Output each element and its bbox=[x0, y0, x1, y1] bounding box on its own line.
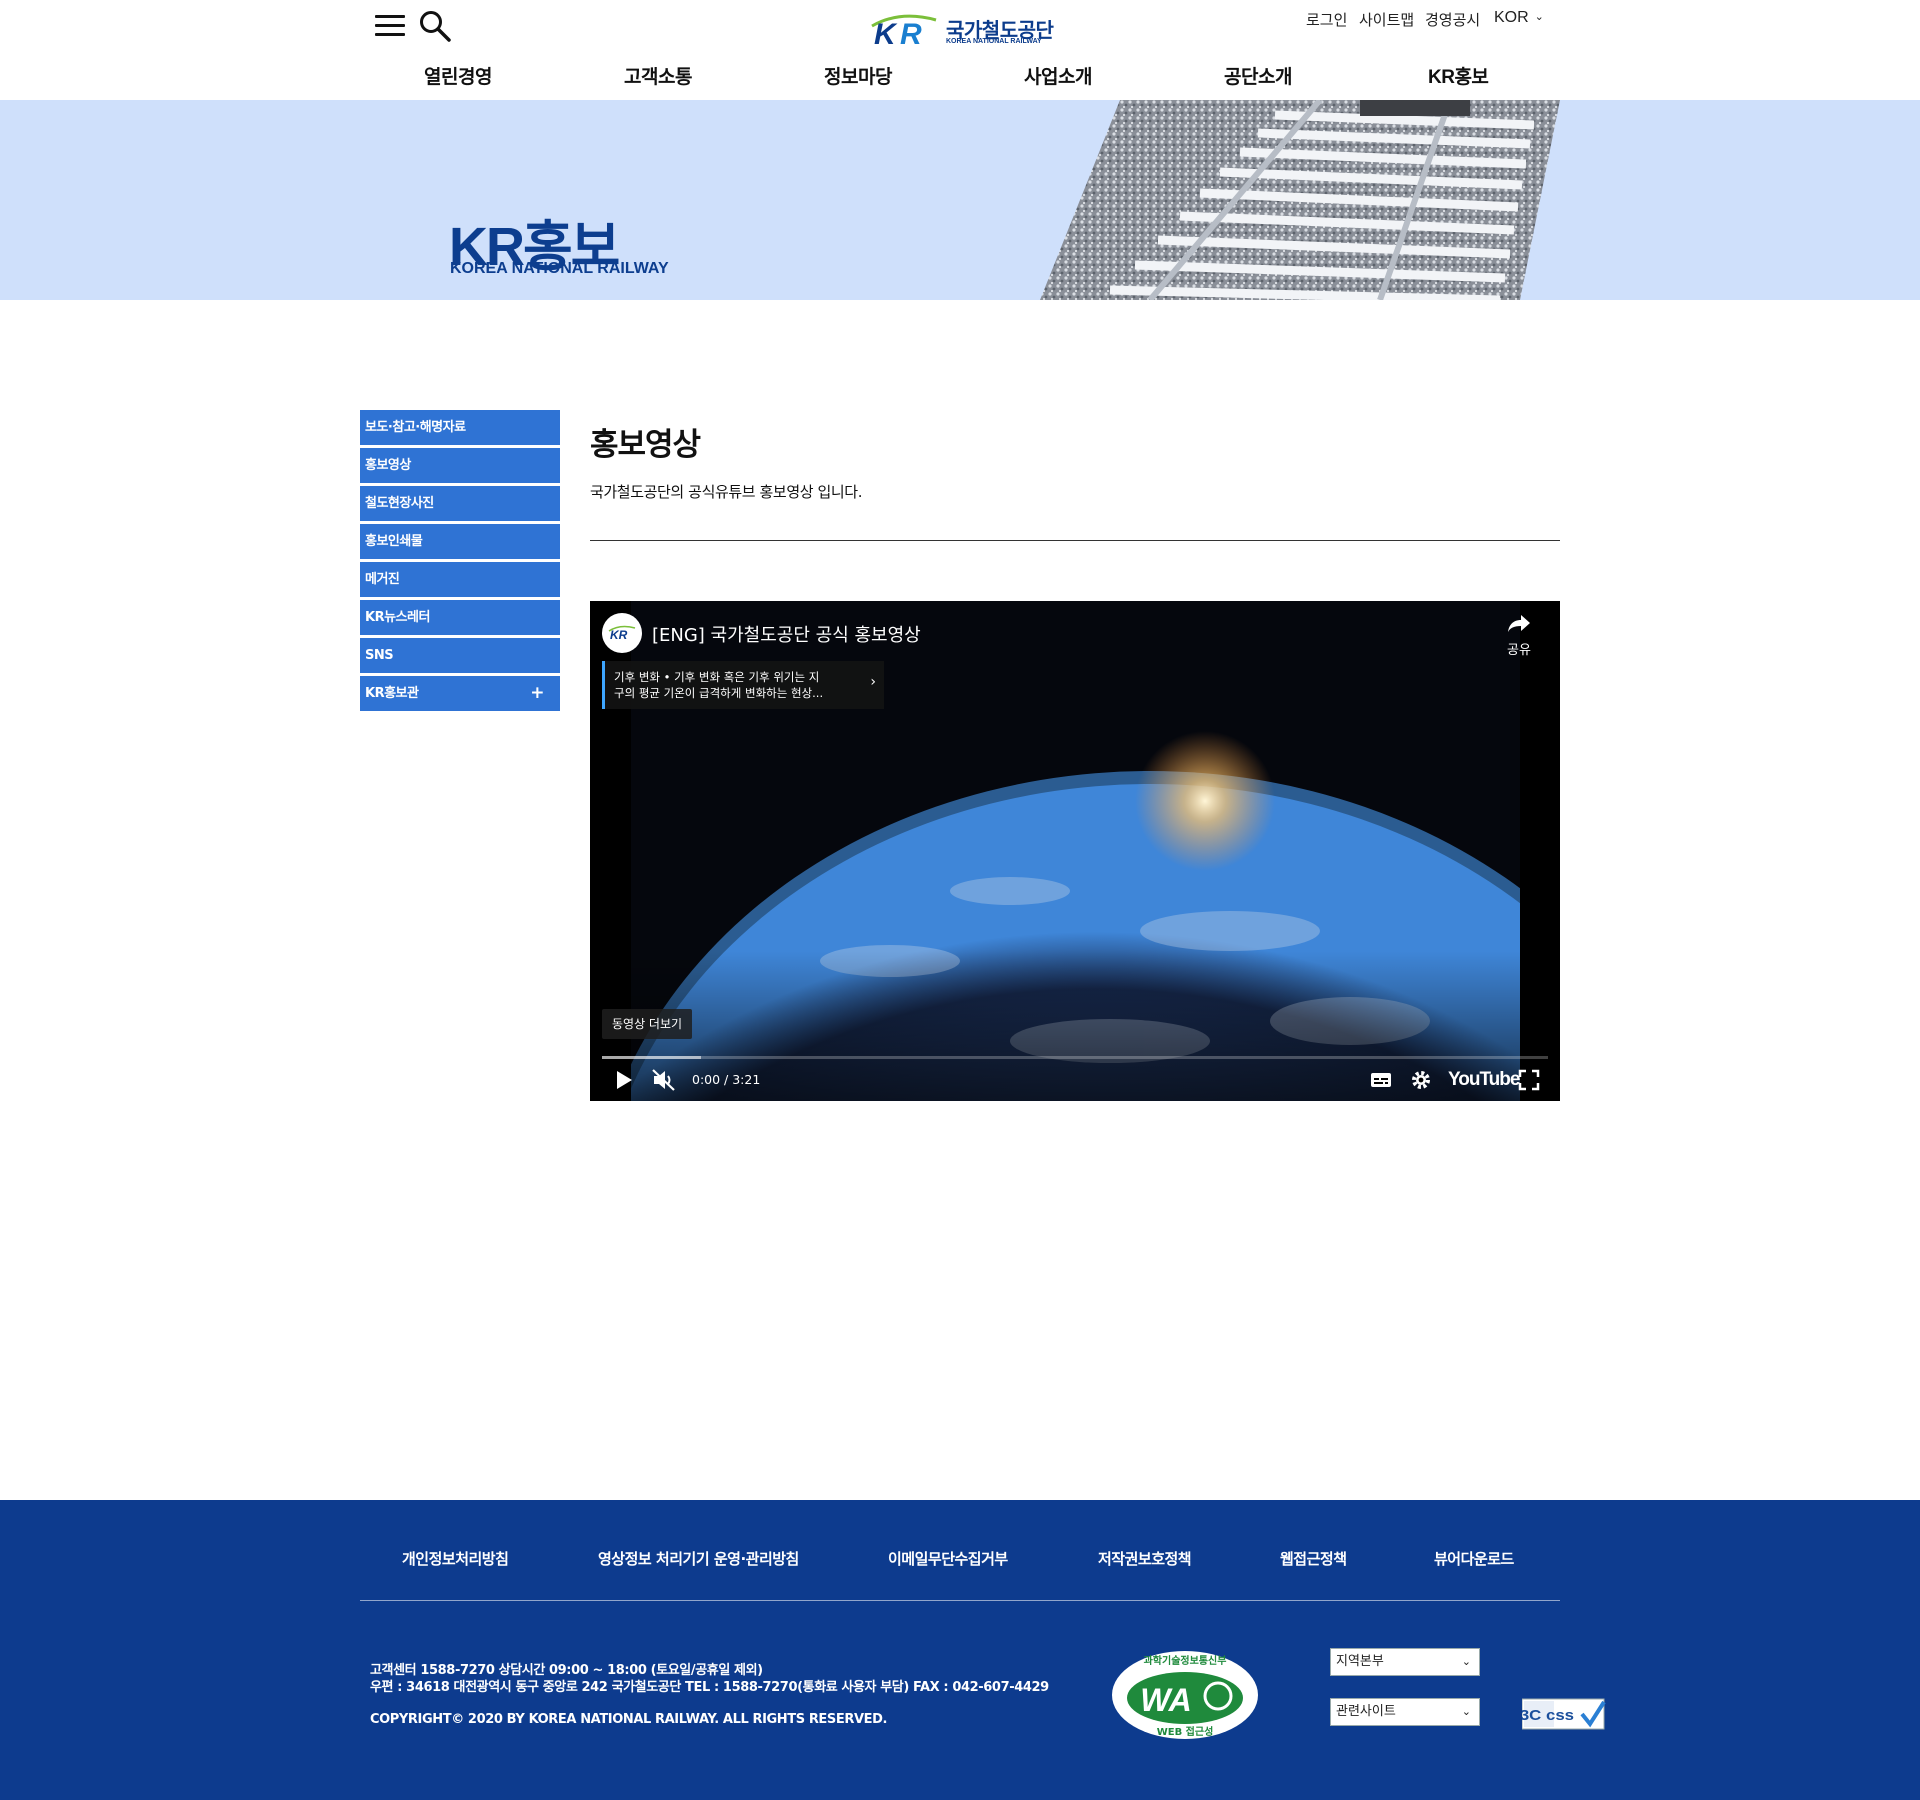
wa-badge-top-text: 과학기술정보통신부 bbox=[1144, 1654, 1227, 1667]
related-sites-select[interactable]: 관련사이트 ⌄ bbox=[1330, 1698, 1480, 1726]
footer-link-email-refusal[interactable]: 이메일무단수집거부 bbox=[888, 1548, 1008, 1569]
sidebar-item-label: KR홍보관 bbox=[365, 686, 419, 701]
disclosure-link[interactable]: 경영공시 bbox=[1425, 9, 1480, 30]
chevron-down-icon: ⌄ bbox=[1461, 1655, 1471, 1668]
fullscreen-icon[interactable] bbox=[1518, 1069, 1540, 1091]
svg-text:WA: WA bbox=[1140, 1682, 1192, 1718]
region-office-select-label: 지역본부 bbox=[1336, 1654, 1384, 1669]
play-icon[interactable] bbox=[614, 1069, 634, 1091]
plus-icon[interactable]: + bbox=[530, 676, 544, 711]
progress-bar[interactable] bbox=[602, 1056, 1548, 1059]
gnb-item-about[interactable]: 공단소개 bbox=[1224, 62, 1292, 89]
page-title: 홍보영상 bbox=[590, 427, 701, 463]
youtube-logo[interactable]: YouTube bbox=[1448, 1069, 1520, 1091]
divider bbox=[590, 540, 1560, 541]
sidebar-item-prints[interactable]: 홍보인쇄물 bbox=[360, 524, 560, 559]
site-footer: 개인정보처리방침 영상정보 처리기기 운영·관리방침 이메일무단수집거부 저작권… bbox=[0, 1500, 1920, 1800]
info-card-line-2: 구의 평균 기온이 급격하게 변화하는 현상... bbox=[614, 686, 824, 700]
buffered-bar bbox=[602, 1056, 702, 1059]
sub-visual-banner: KR홍보 KOREA NATIONAL RAILWAY bbox=[0, 100, 1920, 300]
time-display: 0:00 / 3:21 bbox=[692, 1072, 761, 1087]
channel-avatar[interactable]: KR bbox=[602, 613, 642, 653]
language-select[interactable]: KOR ⌄ bbox=[1494, 9, 1544, 27]
related-sites-select-label: 관련사이트 bbox=[1336, 1704, 1396, 1719]
svg-text:R: R bbox=[900, 18, 922, 48]
info-card-line-1: 기후 변화 • 기후 변화 혹은 기후 위기는 지 bbox=[614, 670, 820, 684]
sidebar-item-press[interactable]: 보도·참고·해명자료 bbox=[360, 410, 560, 445]
menu-icon[interactable] bbox=[375, 15, 405, 37]
wa-badge-bottom-text: WEB 접근성 bbox=[1157, 1725, 1214, 1738]
svg-text:K: K bbox=[874, 18, 898, 48]
sidebar-menu: 보도·참고·해명자료 홍보영상 철도현장사진 홍보인쇄물 메거진 KR뉴스레터 … bbox=[360, 410, 560, 714]
login-link[interactable]: 로그인 bbox=[1306, 9, 1347, 30]
info-card[interactable]: 기후 변화 • 기후 변화 혹은 기후 위기는 지 구의 평균 기온이 급격하게… bbox=[602, 661, 884, 709]
sidebar-item-pr-video[interactable]: 홍보영상 bbox=[360, 448, 560, 483]
gnb-item-pr[interactable]: KR홍보 bbox=[1428, 62, 1489, 89]
w3c-badge-text: W3C css bbox=[1522, 1707, 1574, 1724]
railway-track-image bbox=[0, 100, 1920, 300]
footer-link-accessibility[interactable]: 웹접근정책 bbox=[1280, 1548, 1347, 1569]
share-icon bbox=[1508, 615, 1530, 632]
youtube-player[interactable]: KR [ENG] 국가철도공단 공식 홍보영상 공유 기후 변화 • 기후 변화… bbox=[590, 601, 1560, 1101]
sidebar-item-site-photos[interactable]: 철도현장사진 bbox=[360, 486, 560, 521]
share-label: 공유 bbox=[1507, 643, 1531, 658]
footer-divider bbox=[360, 1600, 1560, 1601]
kr-logo-icon: KR bbox=[608, 625, 636, 642]
search-icon[interactable] bbox=[418, 9, 452, 43]
site-header: K R 국가철도공단 KOREA NATIONAL RAILWAY 로그인 사이… bbox=[0, 0, 1920, 100]
footer-copyright: COPYRIGHT© 2020 BY KOREA NATIONAL RAILWA… bbox=[370, 1712, 888, 1727]
gnb-item-business[interactable]: 사업소개 bbox=[1024, 62, 1092, 89]
more-videos-button[interactable]: 동영상 더보기 bbox=[602, 1009, 693, 1039]
w3c-css-badge[interactable]: W3C css bbox=[1522, 1698, 1606, 1730]
logo-english-text: KOREA NATIONAL RAILWAY bbox=[946, 38, 1042, 45]
footer-link-cctv-policy[interactable]: 영상정보 처리기기 운영·관리방침 bbox=[598, 1548, 799, 1569]
kr-logo-icon: K R bbox=[871, 14, 937, 48]
subtitles-icon[interactable] bbox=[1370, 1069, 1392, 1091]
chevron-right-icon: › bbox=[870, 674, 876, 690]
language-label: KOR bbox=[1494, 9, 1529, 26]
gnb-item-open-management[interactable]: 열린경영 bbox=[424, 62, 492, 89]
sidebar-item-sns[interactable]: SNS bbox=[360, 638, 560, 673]
sidebar-item-pr-hall[interactable]: KR홍보관 + bbox=[360, 676, 560, 711]
sidebar-item-newsletter[interactable]: KR뉴스레터 bbox=[360, 600, 560, 635]
footer-link-privacy[interactable]: 개인정보처리방침 bbox=[402, 1548, 509, 1569]
settings-gear-icon[interactable] bbox=[1410, 1069, 1432, 1091]
web-accessibility-badge: 과학기술정보통신부 WA WEB 접근성 bbox=[1112, 1651, 1258, 1739]
gnb-item-customer[interactable]: 고객소통 bbox=[624, 62, 692, 89]
chevron-down-icon: ⌄ bbox=[1461, 1705, 1471, 1718]
banner-subtitle: KOREA NATIONAL RAILWAY bbox=[450, 260, 669, 277]
site-logo[interactable]: K R 국가철도공단 KOREA NATIONAL RAILWAY bbox=[870, 8, 1054, 48]
gnb-item-information[interactable]: 정보마당 bbox=[824, 62, 892, 89]
page-description: 국가철도공단의 공식유튜브 홍보영상 입니다. bbox=[590, 483, 863, 501]
footer-link-copyright[interactable]: 저작권보호정책 bbox=[1098, 1548, 1192, 1569]
video-title[interactable]: [ENG] 국가철도공단 공식 홍보영상 bbox=[652, 621, 921, 647]
footer-link-viewer-download[interactable]: 뷰어다운로드 bbox=[1434, 1548, 1514, 1569]
svg-text:KR: KR bbox=[610, 628, 628, 642]
muted-volume-icon[interactable] bbox=[652, 1069, 676, 1091]
footer-address: 우편 : 34618 대전광역시 동구 중앙로 242 국가철도공단 TEL :… bbox=[370, 1680, 1049, 1695]
chevron-down-icon: ⌄ bbox=[1534, 11, 1544, 23]
region-office-select[interactable]: 지역본부 ⌄ bbox=[1330, 1648, 1480, 1676]
sidebar-item-magazine[interactable]: 메거진 bbox=[360, 562, 560, 597]
sitemap-link[interactable]: 사이트맵 bbox=[1359, 9, 1414, 30]
share-button[interactable]: 공유 bbox=[1494, 613, 1544, 663]
